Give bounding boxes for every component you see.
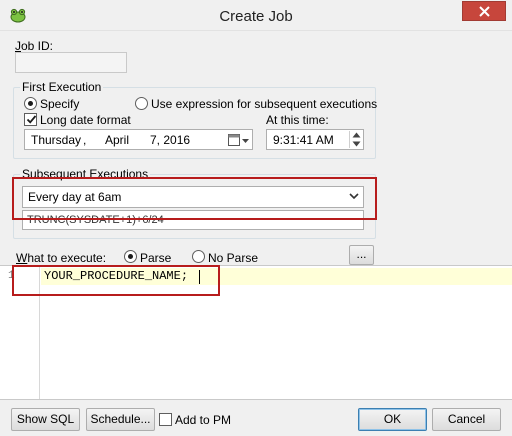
- date-weekday: Thursday: [31, 133, 82, 147]
- title-bar: Create Job: [0, 0, 512, 31]
- close-button[interactable]: [462, 1, 506, 21]
- job-id-label: Job ID:: [15, 39, 54, 53]
- first-execution-legend: First Execution: [20, 80, 104, 94]
- use-expression-radio[interactable]: [135, 97, 148, 110]
- add-to-pm-checkbox[interactable]: [159, 413, 172, 426]
- date-day-year: 7, 2016: [150, 133, 191, 147]
- time-value: 9:31:41 AM: [273, 133, 334, 147]
- no-parse-radio[interactable]: [192, 250, 205, 263]
- ok-button[interactable]: OK: [358, 408, 427, 431]
- ellipsis-button[interactable]: ...: [349, 245, 374, 265]
- long-date-checkbox[interactable]: [24, 113, 37, 126]
- date-picker[interactable]: Thursday , April 7, 2016: [24, 129, 253, 150]
- at-time-label: At this time:: [266, 113, 329, 127]
- show-sql-button[interactable]: Show SQL: [11, 408, 80, 431]
- spin-up-icon[interactable]: [352, 132, 361, 138]
- annotation-highlight-code: [12, 265, 220, 296]
- cancel-button[interactable]: Cancel: [432, 408, 501, 431]
- what-to-execute-label: What to execute:: [16, 251, 107, 265]
- time-spinner[interactable]: 9:31:41 AM: [266, 129, 364, 150]
- no-parse-label: No Parse: [208, 251, 259, 265]
- calendar-icon[interactable]: [228, 133, 250, 147]
- specify-radio[interactable]: [24, 97, 37, 110]
- schedule-button[interactable]: Schedule...: [86, 408, 155, 431]
- add-to-pm-label: Add to PM: [175, 413, 232, 427]
- date-month: April: [105, 133, 130, 147]
- annotation-highlight-schedule: [12, 177, 377, 220]
- parse-label: Parse: [140, 251, 172, 265]
- long-date-label: Long date format: [40, 113, 131, 127]
- job-id-field[interactable]: [15, 52, 127, 73]
- close-icon: [478, 5, 490, 17]
- date-separator: ,: [83, 133, 87, 147]
- spin-down-icon[interactable]: [352, 141, 361, 147]
- parse-radio[interactable]: [124, 250, 137, 263]
- use-expression-label: Use expression for subsequent executions: [151, 97, 378, 111]
- specify-label: Specify: [40, 97, 80, 111]
- window-title: Create Job: [219, 8, 293, 25]
- time-spin-buttons[interactable]: [349, 131, 362, 148]
- checkmark-icon: [26, 115, 37, 124]
